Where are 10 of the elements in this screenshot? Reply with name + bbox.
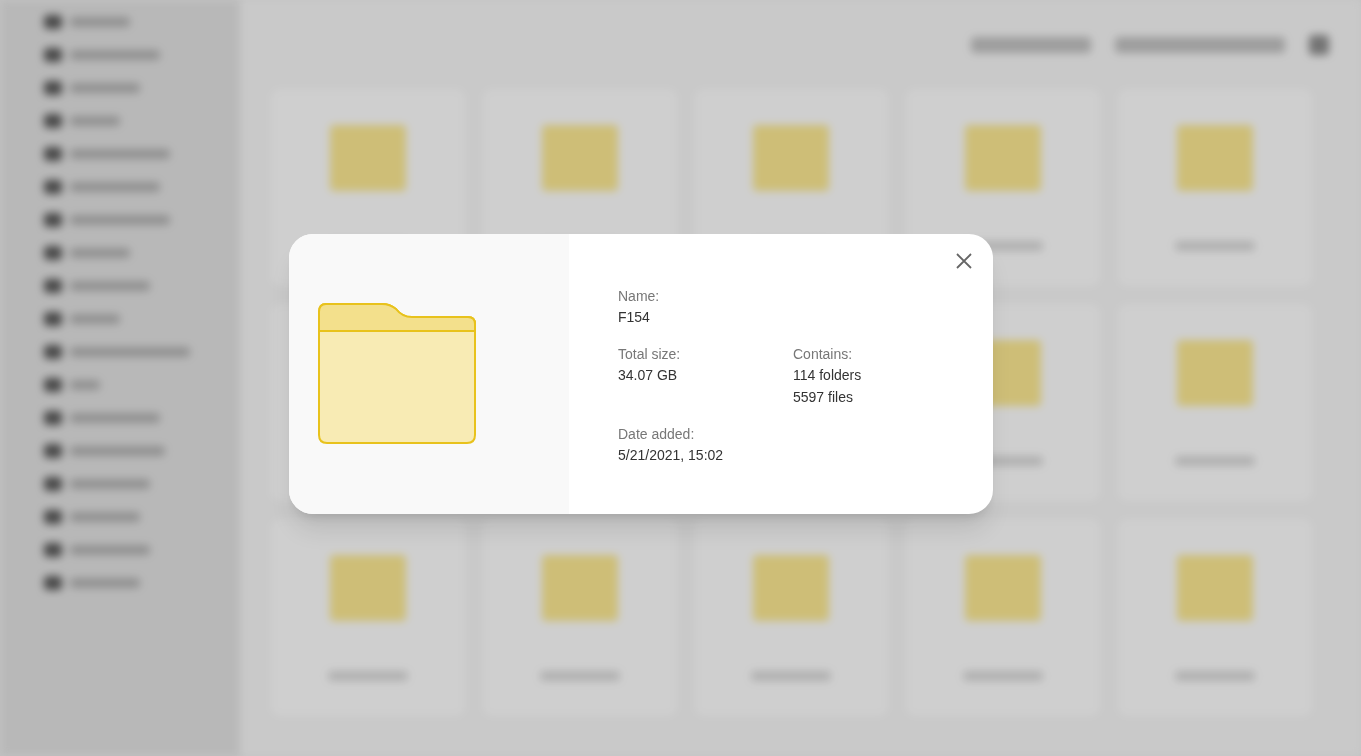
field-value: 34.07 GB — [618, 366, 679, 385]
field-value: 5/21/2021, 15:02 — [618, 446, 725, 465]
field-label: Name: — [618, 287, 661, 306]
field-value: F154 — [618, 308, 651, 327]
field-value: 114 folders — [793, 366, 863, 385]
field-label: Date added: — [618, 425, 696, 444]
folder-icon — [318, 303, 476, 445]
field-label: Total size: — [618, 345, 682, 364]
field-label: Contains: — [793, 345, 854, 364]
field-value: 5597 files — [793, 388, 854, 407]
